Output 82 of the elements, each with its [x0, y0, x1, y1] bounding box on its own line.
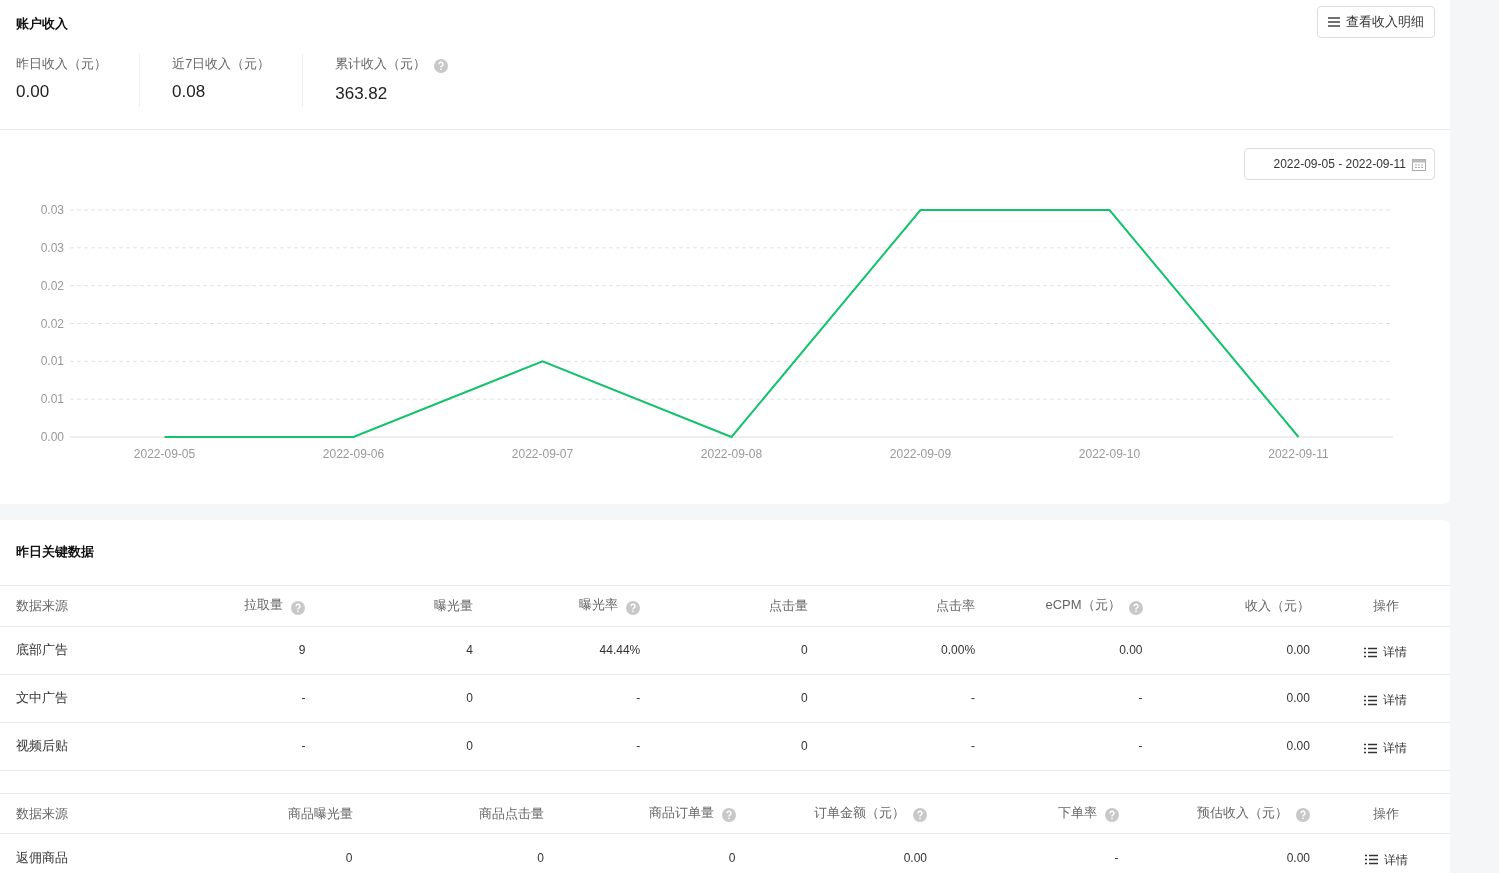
table-cell: 0.00: [1130, 833, 1322, 873]
table-cell: 返佣商品: [0, 833, 173, 873]
column-header: eCPM（元）: [1045, 597, 1121, 612]
table-cell: 0.00: [1154, 722, 1322, 770]
table-cell: 0: [556, 833, 748, 873]
section-title: 账户收入: [16, 15, 68, 33]
column-header: 订单金额（元）: [814, 804, 905, 820]
list-icon: [1364, 646, 1378, 658]
detail-link[interactable]: 详情: [1364, 643, 1408, 662]
column-header: 数据来源: [16, 805, 68, 821]
column-header: 预估收入（元）: [1197, 804, 1288, 820]
y-axis-label: 0.00: [40, 430, 64, 444]
table-cell: 0.00: [1154, 674, 1322, 722]
table-cell: 0: [317, 722, 485, 770]
table-cell: -: [939, 833, 1131, 873]
column-header: 商品订单量: [648, 804, 714, 820]
y-axis-label: 0.03: [40, 240, 64, 255]
table-cell: 底部广告: [0, 626, 150, 674]
section-title: 昨日关键数据: [16, 544, 94, 559]
table-cell: 0: [652, 674, 820, 722]
table-cell: 0.00: [987, 626, 1155, 674]
column-header: 拉取量: [244, 597, 284, 612]
x-axis-label: 2022-09-06: [322, 447, 385, 461]
list-icon: [1364, 742, 1378, 754]
table-cell: -: [819, 674, 988, 722]
column-header: 曝光量: [433, 598, 473, 613]
menu-icon: [1328, 16, 1340, 27]
table-cell: -: [150, 674, 318, 722]
column-header: 操作: [1373, 805, 1399, 821]
table-cell: 0.00%: [819, 626, 988, 674]
detail-link[interactable]: 详情: [1364, 739, 1408, 758]
stat-label: 累计收入（元）: [335, 55, 427, 71]
column-header: 商品曝光量: [287, 805, 353, 821]
y-axis-label: 0.02: [40, 278, 64, 293]
table-cell: 0.00: [747, 833, 939, 873]
y-axis-label: 0.02: [40, 316, 64, 331]
x-axis-label: 2022-09-08: [700, 447, 763, 461]
detail-button[interactable]: 查看收入明细: [1317, 6, 1435, 38]
column-header: 曝光率: [579, 597, 619, 612]
table-cell: 0: [652, 626, 820, 674]
stat-value: 363.82: [335, 83, 389, 105]
y-axis-label: 0.01: [40, 392, 64, 407]
date-range-field[interactable]: 2022-09-05 - 2022-09-11: [1244, 148, 1435, 180]
calendar-icon: [1412, 157, 1426, 171]
table-cell: 44.44%: [484, 626, 653, 674]
x-axis-label: 2022-09-10: [1078, 447, 1141, 461]
list-icon: [1364, 694, 1378, 706]
table-cell: -: [819, 722, 988, 770]
stat-label: 昨日收入（元）: [16, 55, 107, 71]
table-cell: -: [987, 722, 1155, 770]
detail-link[interactable]: 详情: [1364, 691, 1408, 710]
stat-value: 0.00: [16, 81, 51, 103]
table-cell: -: [484, 674, 653, 722]
column-header: 点击量: [768, 598, 808, 613]
table-cell: 视频后贴: [0, 722, 150, 770]
column-header: 操作: [1372, 598, 1399, 613]
detail-link[interactable]: 详情: [1364, 850, 1408, 869]
column-header: 商品点击量: [479, 805, 544, 821]
x-axis-label: 2022-09-05: [133, 447, 196, 461]
x-axis-label: 2022-09-11: [1268, 447, 1329, 461]
column-header: 收入（元）: [1244, 598, 1310, 613]
x-axis-label: 2022-09-07: [511, 447, 574, 461]
table-cell: 4: [317, 626, 485, 674]
y-axis-label: 0.03: [40, 203, 64, 217]
table-cell: 0.00: [1154, 626, 1322, 674]
x-axis-label: 2022-09-09: [889, 447, 952, 461]
table-cell: -: [484, 722, 653, 770]
table-cell: 0: [364, 833, 556, 873]
list-icon: [1364, 854, 1378, 866]
table-cell: 0: [317, 674, 485, 722]
y-axis-label: 0.01: [40, 354, 64, 369]
stat-label: 近7日收入（元）: [172, 55, 271, 71]
stat-value: 0.08: [172, 81, 207, 103]
table-cell: -: [150, 722, 318, 770]
table-cell: 9: [150, 626, 318, 674]
column-header: 下单率: [1057, 804, 1097, 820]
column-header: 数据来源: [16, 598, 68, 613]
table-cell: -: [987, 674, 1155, 722]
table-cell: 文中广告: [0, 674, 150, 722]
table-cell: 0: [173, 833, 365, 873]
table-cell: 0: [652, 722, 820, 770]
column-header: 点击率: [936, 598, 976, 613]
